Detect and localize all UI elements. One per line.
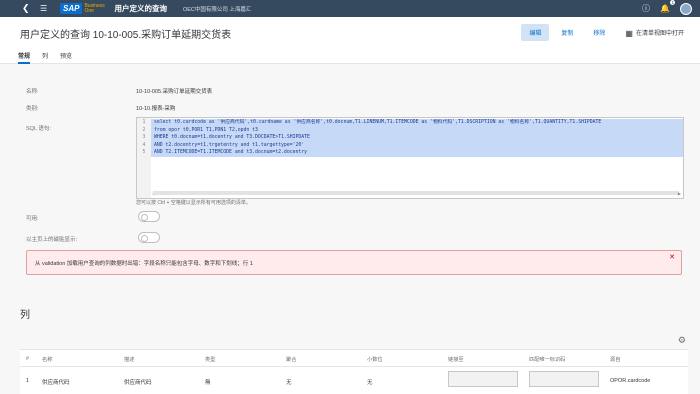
sql-line[interactable]: 4 AND t2.docentry=t1.trgetentry and t1.ta…	[137, 141, 683, 149]
sql-code: select t0.cardcode as '供应商代码',t0.cardnam…	[150, 119, 683, 127]
row-index: 1	[26, 378, 30, 384]
tab-columns[interactable]: 列	[42, 51, 48, 64]
avatar[interactable]	[680, 2, 692, 15]
sql-line[interactable]: 2 from opor t0,POR1 T1,PDN1 T2,opdn t3	[137, 126, 683, 134]
close-icon[interactable]: ✕	[669, 253, 675, 261]
sap-logo[interactable]: SAP Business One	[60, 2, 105, 14]
sql-code: AND t2.docentry=t1.trgetentry and t1.tar…	[150, 141, 683, 149]
switch-knob	[141, 213, 148, 221]
columns-table: # 名称 描述 类型 聚合 小数位 链接至 匹配唯一标识码 源自 1 供应商代码…	[20, 349, 688, 394]
enable-switch[interactable]	[138, 211, 160, 222]
homepage-label: 以主页上的磁贴显示:	[26, 237, 78, 243]
switch-knob	[141, 234, 148, 242]
table-row[interactable]: 1 供应商代码 供应商代码 無 无 无 OPOR.cardcode	[20, 368, 688, 392]
scroll-right-icon[interactable]: ▶	[678, 191, 681, 196]
line-number: 1	[137, 119, 151, 127]
page-title: 用户定义的查询 10-10-005.采购订单延期交货表	[20, 30, 232, 41]
horizontal-scrollbar[interactable]	[153, 191, 679, 195]
brand-sub-text: Business One	[84, 2, 105, 14]
back-icon[interactable]: ❮	[22, 3, 36, 14]
column-header: 描述	[124, 357, 135, 363]
brand-text: SAP	[60, 3, 83, 14]
column-header: 链接至	[448, 357, 464, 363]
row-source: OPOR.cardcode	[610, 378, 651, 384]
sql-line[interactable]: 1 select t0.cardcode as '供应商代码',t0.cardna…	[137, 119, 683, 127]
link-to-input[interactable]	[448, 371, 518, 387]
name-value: 10-10-005.采购订单延期交货表	[136, 89, 213, 95]
company-name[interactable]: OEC中国有限公司 上海嘉汇	[183, 5, 251, 13]
tab-bar: 常规 列 预览	[18, 51, 72, 64]
error-message: 从 validation 加载用户查询的列数据时出错：字段名称只能包含字母、数字…	[35, 261, 253, 267]
category-label: 类别:	[26, 106, 39, 112]
sql-label: SQL 语句:	[26, 126, 51, 132]
column-header: 匹配唯一标识码	[529, 357, 566, 363]
column-header: 聚合	[286, 357, 297, 363]
sql-code: WHERE t0.docnum=t1.docentry and T3.DOCDA…	[150, 134, 683, 142]
sql-line[interactable]: 5 AND T2.ITEMCODE=T1.ITEMCODE and t3.docn…	[137, 149, 683, 157]
grid-icon: ▦	[625, 28, 633, 38]
object-header: 用户定义的查询 10-10-005.采购订单延期交货表 编辑 复制 移除 ▦ 在清…	[0, 17, 700, 64]
line-number: 2	[137, 126, 151, 134]
line-number: 5	[137, 149, 151, 157]
settings-icon[interactable]: ⚙	[678, 335, 686, 346]
match-id-input[interactable]	[529, 371, 599, 387]
menu-icon[interactable]: ☰	[40, 4, 54, 13]
tab-preview[interactable]: 预览	[60, 51, 72, 64]
line-number: 4	[137, 141, 151, 149]
bell-icon[interactable]: 🔔 1	[660, 0, 675, 13]
table-header: # 名称 描述 类型 聚合 小数位 链接至 匹配唯一标识码 源自	[20, 350, 688, 367]
row-decimals: 无	[367, 380, 373, 386]
row-type: 無	[205, 380, 211, 386]
sql-code: from opor t0,POR1 T1,PDN1 T2,opdn t3	[150, 126, 683, 134]
row-aggregate: 无	[286, 380, 292, 386]
notification-count: 1	[670, 0, 675, 5]
app-title[interactable]: 用户定义的查询	[114, 3, 167, 14]
name-label: 名称:	[26, 89, 39, 95]
columns-section-title: 列	[20, 310, 30, 321]
column-header: #	[26, 356, 29, 362]
copy-button[interactable]: 复制	[553, 24, 581, 41]
edit-button[interactable]: 编辑	[521, 24, 550, 42]
sql-editor[interactable]: 1 select t0.cardcode as '供应商代码',t0.cardna…	[136, 117, 684, 199]
sql-code: AND T2.ITEMCODE=T1.ITEMCODE and t3.docnu…	[150, 149, 683, 157]
column-header: 小数位	[367, 357, 383, 363]
column-header: 类型	[205, 357, 216, 363]
tab-general[interactable]: 常规	[18, 51, 31, 64]
header-actions: 编辑 复制 移除 ▦ 在清单视图中打开	[517, 24, 692, 42]
enable-label: 可用:	[26, 216, 39, 222]
sql-line[interactable]: 3 WHERE t0.docnum=t1.docentry and T3.DOCD…	[137, 134, 683, 142]
column-header: 源自	[610, 357, 621, 363]
line-number: 3	[137, 134, 151, 142]
delete-button[interactable]: 移除	[585, 24, 613, 41]
row-name: 供应商代码	[42, 380, 70, 386]
row-description: 供应商代码	[124, 380, 152, 386]
category-value: 10-10.报表-采购	[136, 106, 176, 112]
homepage-switch[interactable]	[138, 232, 160, 243]
help-icon[interactable]: ⓘ	[642, 3, 650, 14]
error-message-strip: 从 validation 加载用户查询的列数据时出错：字段名称只能包含字母、数字…	[26, 250, 682, 275]
open-list-label: 在清单视图中打开	[635, 31, 684, 37]
sql-hint: 您可以按 Ctrl + 空格键以显示所有可用选项的清单。	[136, 200, 251, 206]
open-list-button[interactable]: ▦ 在清单视图中打开	[617, 24, 692, 42]
shell-bar: ❮ ☰ SAP Business One 用户定义的查询 OEC中国有限公司 上…	[0, 0, 700, 17]
column-header: 名称	[42, 357, 53, 363]
